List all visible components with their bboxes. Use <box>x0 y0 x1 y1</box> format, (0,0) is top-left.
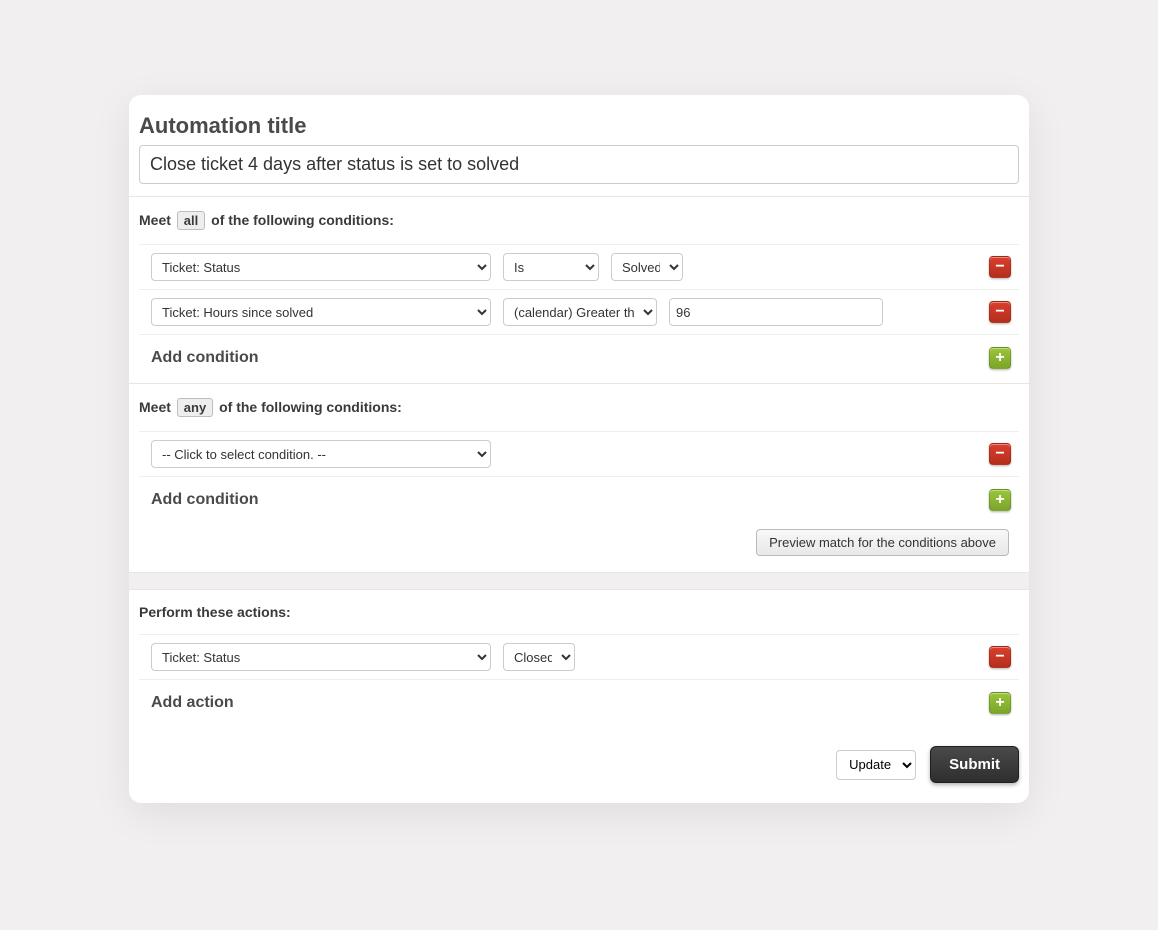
footer-mode-select[interactable]: Update <box>836 750 916 780</box>
automation-title-label: Automation title <box>139 113 1029 139</box>
preview-row: Preview match for the conditions above <box>139 525 1019 572</box>
add-action-row: Add action + <box>139 679 1019 728</box>
section-gap <box>129 572 1029 590</box>
add-condition-label: Add condition <box>151 491 259 509</box>
meet-any-label: Meet any of the following conditions: <box>139 398 1019 417</box>
add-condition-row: Add condition + <box>139 476 1019 525</box>
actions-block: Perform these actions: Ticket: Status Cl… <box>129 590 1029 728</box>
remove-condition-icon[interactable]: − <box>989 256 1011 278</box>
action-value-select[interactable]: Closed <box>503 643 575 671</box>
meet-all-label: Meet all of the following conditions: <box>139 211 1019 230</box>
condition-operator-select[interactable]: Is <box>503 253 599 281</box>
add-action-label: Add action <box>151 694 234 712</box>
add-condition-icon[interactable]: + <box>989 489 1011 511</box>
condition-value-input[interactable] <box>669 298 883 326</box>
condition-row: Ticket: Hours since solved (calendar) Gr… <box>139 289 1019 334</box>
meet-any-prefix: Meet <box>139 399 171 415</box>
preview-match-button[interactable]: Preview match for the conditions above <box>756 529 1009 556</box>
remove-condition-icon[interactable]: − <box>989 443 1011 465</box>
meet-any-suffix: of the following conditions: <box>219 399 402 415</box>
condition-operator-select[interactable]: (calendar) Greater than <box>503 298 657 326</box>
actions-label: Perform these actions: <box>139 604 1019 620</box>
remove-action-icon[interactable]: − <box>989 646 1011 668</box>
meet-all-suffix: of the following conditions: <box>211 212 394 228</box>
meet-all-word: all <box>177 211 205 230</box>
automation-editor-panel: Automation title Meet all of the followi… <box>129 95 1029 803</box>
condition-row: Ticket: Status Is Solved − <box>139 244 1019 289</box>
meet-all-prefix: Meet <box>139 212 171 228</box>
add-condition-label: Add condition <box>151 349 259 367</box>
condition-field-select[interactable]: Ticket: Hours since solved <box>151 298 491 326</box>
add-action-icon[interactable]: + <box>989 692 1011 714</box>
condition-value-select[interactable]: Solved <box>611 253 683 281</box>
add-condition-icon[interactable]: + <box>989 347 1011 369</box>
automation-title-input[interactable] <box>139 145 1019 184</box>
remove-condition-icon[interactable]: − <box>989 301 1011 323</box>
submit-button[interactable]: Submit <box>930 746 1019 783</box>
add-condition-row: Add condition + <box>139 334 1019 383</box>
conditions-any-block: Meet any of the following conditions: --… <box>129 383 1029 572</box>
meet-any-word: any <box>177 398 213 417</box>
condition-row: -- Click to select condition. -- − <box>139 431 1019 476</box>
condition-field-select[interactable]: Ticket: Status <box>151 253 491 281</box>
footer: Update Submit <box>129 728 1029 803</box>
action-field-select[interactable]: Ticket: Status <box>151 643 491 671</box>
action-row: Ticket: Status Closed − <box>139 634 1019 679</box>
conditions-all-block: Meet all of the following conditions: Ti… <box>129 196 1029 383</box>
condition-field-select[interactable]: -- Click to select condition. -- <box>151 440 491 468</box>
